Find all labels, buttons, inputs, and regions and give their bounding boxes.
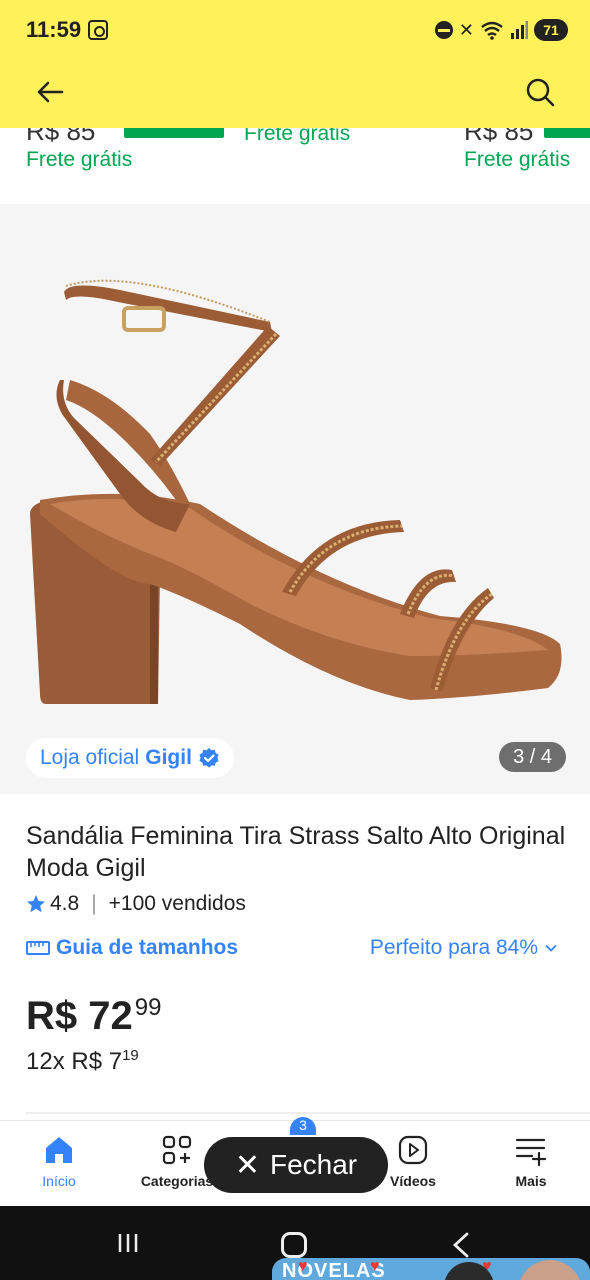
carousel-discount-badge-right xyxy=(544,128,590,138)
image-counter: 3 / 4 xyxy=(499,742,566,772)
store-badge-prefix: Loja oficial xyxy=(40,746,140,769)
official-store-badge[interactable]: Loja oficial Gigil xyxy=(26,738,234,778)
fit-dropdown[interactable]: Perfeito para 84% xyxy=(370,936,558,960)
related-carousel-strip[interactable]: R$ 85 Frete grátis R$ 85 Frete grátis Fr… xyxy=(0,128,590,204)
arrow-left-icon xyxy=(37,81,64,103)
screen-record-icon xyxy=(88,20,108,40)
nav-more-label: Mais xyxy=(515,1173,547,1189)
size-row: Guia de tamanhos Perfeito para 84% xyxy=(26,936,566,966)
system-navigation-bar: NOVELAS ♥ ♥ ♥ xyxy=(0,1206,590,1280)
picture-in-picture-banner[interactable]: NOVELAS ♥ ♥ ♥ xyxy=(272,1258,590,1280)
rating-row[interactable]: 4.8 | +100 vendidos xyxy=(26,892,246,916)
price: R$ 7299 xyxy=(26,994,161,1039)
recent-apps-icon[interactable] xyxy=(116,1232,140,1254)
rating-value: 4.8 xyxy=(50,892,80,915)
carousel-free-shipping-right: Frete grátis xyxy=(464,148,571,171)
ruler-icon xyxy=(26,941,50,955)
installments: 12x R$ 719 xyxy=(26,1047,139,1076)
battery-indicator: 71 xyxy=(534,19,568,41)
search-icon xyxy=(526,78,555,107)
video-icon xyxy=(398,1135,428,1165)
back-nav-icon[interactable] xyxy=(452,1232,470,1258)
more-icon xyxy=(515,1138,547,1167)
status-icons: ✕ 71 xyxy=(434,18,568,42)
mute-icon: ✕ xyxy=(458,20,474,40)
chevron-down-icon xyxy=(545,944,557,952)
installments-prefix: 12x xyxy=(26,1048,65,1075)
thumbnail-person xyxy=(518,1260,582,1280)
status-time: 11:59 xyxy=(26,17,82,42)
product-image xyxy=(30,279,562,704)
carousel-price-left: R$ 85 xyxy=(26,128,96,146)
heart-icon: ♥ xyxy=(370,1258,380,1275)
store-badge-name: Gigil xyxy=(145,746,192,769)
fit-label: Perfeito para 84% xyxy=(369,936,538,959)
close-label: Fechar xyxy=(269,1149,358,1180)
categories-icon xyxy=(162,1135,192,1165)
carousel-free-shipping-middle: Frete grátis xyxy=(244,128,351,145)
rating-separator: | xyxy=(91,892,97,915)
heart-icon: ♥ xyxy=(298,1258,308,1275)
product-image-gallery[interactable]: Loja oficial Gigil 3 / 4 xyxy=(0,204,590,794)
home-nav-icon[interactable] xyxy=(281,1232,307,1258)
home-icon xyxy=(46,1137,72,1163)
notification-badge: 3 xyxy=(290,1117,316,1135)
status-bar: 11:59 ✕ 71 xyxy=(0,0,590,60)
close-icon: ✕ xyxy=(234,1148,260,1182)
nav-home-label: Início xyxy=(42,1173,76,1189)
price-cents: 99 xyxy=(134,994,162,1021)
app-header: 11:59 ✕ 71 xyxy=(0,0,590,128)
signal-icon xyxy=(511,21,528,39)
verified-icon xyxy=(199,748,219,768)
price-main: R$ 72 xyxy=(26,994,133,1038)
carousel-price-right: R$ 85 xyxy=(464,128,534,146)
nav-home[interactable]: Início xyxy=(14,1133,104,1189)
back-button[interactable] xyxy=(30,72,70,112)
do-not-disturb-icon xyxy=(434,21,453,39)
close-button[interactable]: ✕ Fechar xyxy=(204,1137,388,1193)
installments-cents: 19 xyxy=(122,1047,139,1064)
search-button[interactable] xyxy=(520,72,560,112)
installments-main: R$ 7 xyxy=(71,1048,123,1075)
nav-more[interactable]: Mais xyxy=(486,1133,576,1189)
product-title: Sandália Feminina Tira Strass Salto Alto… xyxy=(26,822,566,882)
sold-count: +100 vendidos xyxy=(108,892,246,915)
bottom-navigation: Início Categorias 3 Vídeos Mais ✕ Fechar xyxy=(0,1117,590,1206)
wifi-icon xyxy=(481,21,503,40)
star-icon xyxy=(27,895,45,913)
carousel-discount-badge-left xyxy=(124,128,224,138)
carousel-free-shipping-left: Frete grátis xyxy=(26,148,133,171)
size-guide-link[interactable]: Guia de tamanhos xyxy=(56,936,238,960)
divider xyxy=(26,1112,590,1114)
